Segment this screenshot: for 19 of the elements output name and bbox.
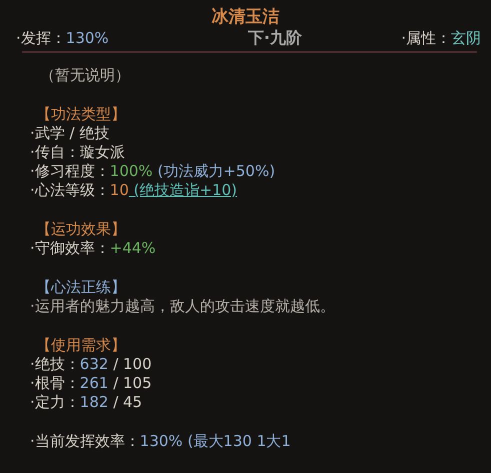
stat-label: ·属性：玄阴 [401,28,481,48]
description-text: （暂无说明） [40,65,131,85]
info-line: ·当前发挥效率：130% (最大130 1大1 [30,432,292,451]
section-heading: 【运功效果】 [36,220,127,239]
info-line: ·根骨：261 / 105 [30,374,153,393]
info-line: ·定力：182 / 45 [30,393,144,412]
info-line: ·绝技：632 / 100 [30,355,153,374]
info-line: ·守御效率：+44% [30,239,157,258]
section-heading: 【使用需求】 [36,336,127,355]
info-line: ·传自：璇女派 [30,143,126,162]
grade-label: 下·九阶 [248,28,302,48]
info-line: ·运用者的魅力越高，敌人的攻击速度就越低。 [30,297,336,316]
info-line: ·武学 / 绝技 [30,124,110,143]
item-title: 冰清玉洁 [210,6,280,28]
stat-label: ·发挥：130% [16,28,109,48]
info-line: ·修习程度：100% (功法威力+50%) [30,162,276,181]
section-heading: 【功法类型】 [36,105,127,124]
info-line: ·心法等级：10 (绝技造诣+10) [30,181,238,200]
section-heading: 【心法正练】 [36,278,127,297]
